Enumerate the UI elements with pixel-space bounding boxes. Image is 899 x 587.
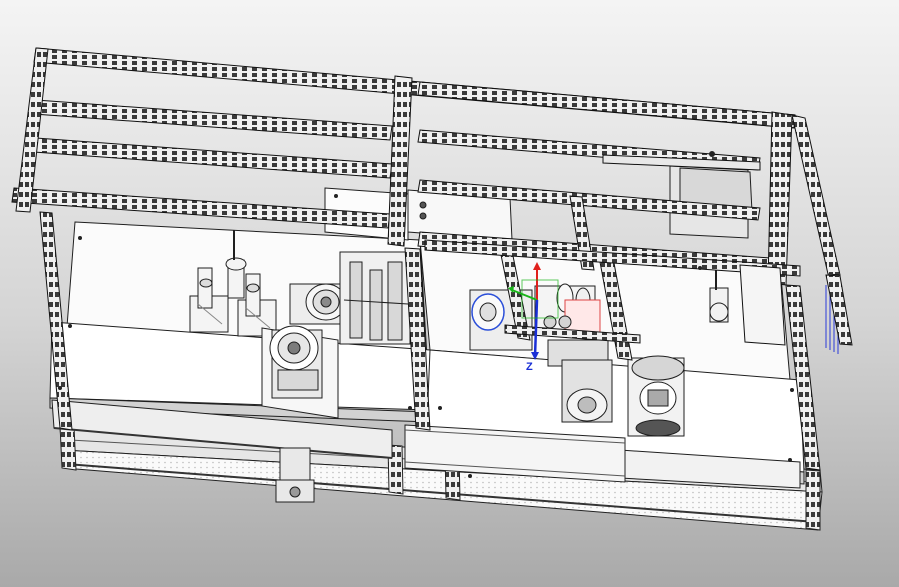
coordinate-triad-icon xyxy=(508,262,559,360)
triad-z-label: Z xyxy=(526,361,533,373)
cad-3d-viewport[interactable]: Z xyxy=(0,0,899,587)
